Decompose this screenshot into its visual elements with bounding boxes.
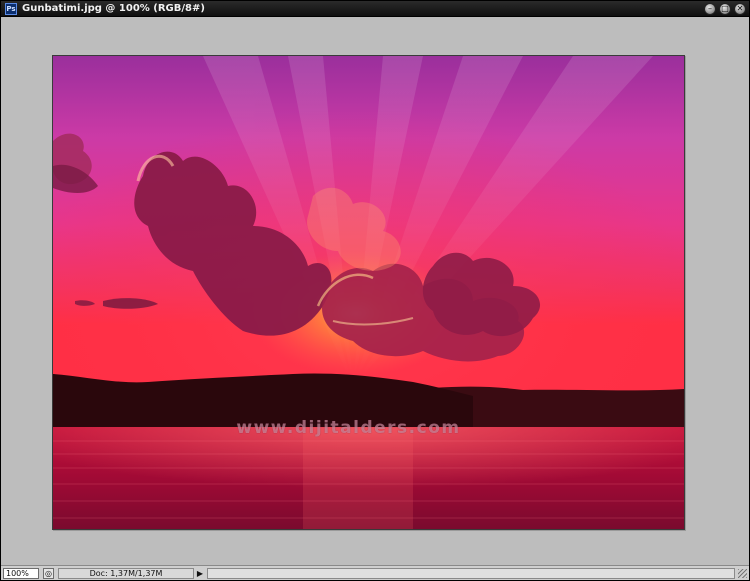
photoshop-document-icon: Ps (5, 2, 17, 15)
status-menu-arrow-icon[interactable]: ▶ (195, 568, 205, 579)
status-bar: 100% ◎ Doc: 1,37M/1,37M ▶ (1, 565, 749, 580)
document-size-info: Doc: 1,37M/1,37M (58, 567, 194, 579)
canvas-area[interactable]: www.dijitalders.com (1, 18, 749, 566)
zoom-level-field[interactable]: 100% (3, 567, 39, 579)
close-icon: ✕ (736, 4, 744, 13)
watermark-text: www.dijitalders.com (236, 418, 461, 438)
resize-grip-icon[interactable] (738, 568, 747, 578)
document-window: Ps Gunbatimi.jpg @ 100% (RGB/8#) – □ ✕ w… (0, 0, 750, 581)
window-title: Gunbatimi.jpg @ 100% (RGB/8#) (22, 3, 205, 14)
maximize-button[interactable]: □ (719, 3, 731, 15)
close-button[interactable]: ✕ (734, 3, 746, 15)
minimize-icon: – (708, 4, 712, 13)
info-icon[interactable]: ◎ (43, 567, 54, 579)
sunset-photo (53, 56, 684, 529)
maximize-icon: □ (721, 4, 729, 13)
minimize-button[interactable]: – (704, 3, 716, 15)
document-image[interactable]: www.dijitalders.com (52, 55, 685, 530)
horizontal-scrollbar[interactable] (207, 567, 735, 579)
window-controls: – □ ✕ (704, 3, 746, 15)
title-bar[interactable]: Ps Gunbatimi.jpg @ 100% (RGB/8#) – □ ✕ (1, 1, 749, 17)
